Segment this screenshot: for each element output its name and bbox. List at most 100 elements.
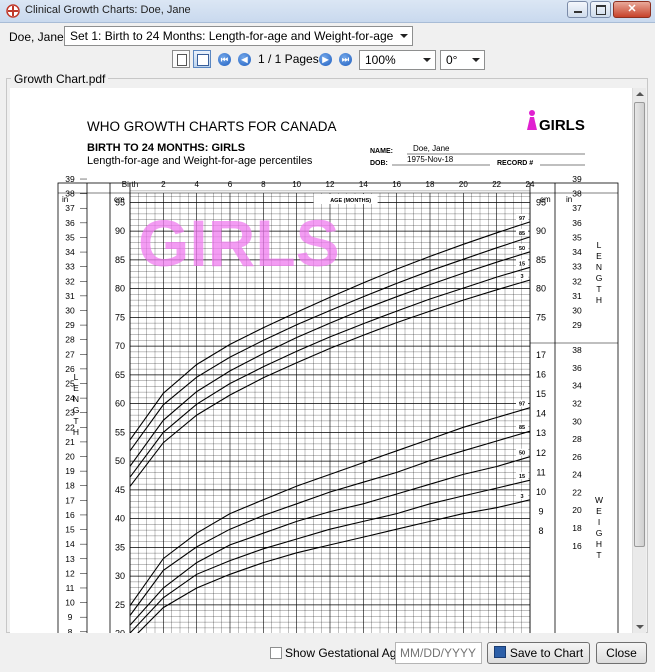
- in-tick-label: 21: [65, 437, 75, 447]
- girls-watermark: GIRLS: [138, 206, 340, 280]
- save-icon: [493, 646, 506, 658]
- maximize-button[interactable]: [590, 1, 611, 18]
- length-percentile-label: 15: [519, 261, 525, 267]
- weight-side-letter: T: [596, 550, 601, 560]
- kg-tick-label: 12: [536, 448, 546, 458]
- window-title: Clinical Growth Charts: Doe, Jane: [25, 4, 191, 16]
- cm-tick-label: 60: [115, 399, 125, 409]
- pdf-viewer[interactable]: WHO GROWTH CHARTS FOR CANADA GIRLS BIRTH…: [10, 88, 632, 633]
- in-tick-label: 11: [66, 583, 75, 593]
- minimize-icon: [574, 11, 582, 13]
- cm-tick-label: 50: [115, 456, 125, 466]
- chart-set-select[interactable]: Set 1: Birth to 24 Months: Length-for-ag…: [64, 26, 413, 46]
- chevron-down-icon: [400, 34, 408, 38]
- weight-percentile-label: 15: [519, 474, 525, 480]
- in-tick-label: 20: [65, 452, 75, 462]
- cm-tick-label: 35: [115, 542, 125, 552]
- cm-tick-label: 75: [115, 312, 125, 322]
- lb-tick-label: 24: [572, 470, 582, 480]
- length-side-letter: T: [73, 416, 78, 426]
- dob-value: 1975-Nov-18: [407, 155, 454, 164]
- length-side-letter: H: [73, 427, 79, 437]
- right-cm-tick-label: 75: [536, 312, 546, 322]
- length-side-letter-right: H: [596, 295, 602, 305]
- kg-tick-label: 10: [536, 487, 546, 497]
- growth-chart: WHO GROWTH CHARTS FOR CANADA GIRLS BIRTH…: [57, 110, 619, 633]
- close-button[interactable]: Close: [596, 642, 647, 664]
- x-tick-label: 8: [261, 180, 266, 189]
- x-tick-label: 18: [426, 180, 435, 189]
- minimize-button[interactable]: [567, 1, 588, 18]
- in-tick-label: 14: [65, 539, 75, 549]
- chevron-down-icon: [472, 58, 480, 62]
- in-tick-label: 9: [68, 612, 73, 622]
- in-tick-label: 19: [65, 466, 75, 476]
- patient-name: Doe, Jane: [9, 30, 64, 44]
- weight-side-letter: W: [595, 495, 603, 505]
- in-tick-label: 29: [65, 320, 75, 330]
- show-gestational-age-checkbox[interactable]: [270, 647, 282, 659]
- fit-page-icon: [197, 54, 209, 66]
- in-tick-label: 15: [65, 525, 75, 535]
- single-page-view-button[interactable]: [172, 50, 190, 68]
- right-in-tick-label: 29: [572, 320, 582, 330]
- first-page-button[interactable]: ⏮: [218, 53, 231, 66]
- chevron-down-icon: [423, 58, 431, 62]
- cm-tick-label: 25: [115, 600, 125, 610]
- title-bar: Clinical Growth Charts: Doe, Jane ✕: [0, 0, 655, 23]
- length-side-letter-right: E: [596, 251, 602, 261]
- fit-page-view-button[interactable]: [193, 50, 211, 68]
- next-page-button[interactable]: ▶: [319, 53, 332, 66]
- kg-tick-label: 17: [536, 350, 546, 360]
- rotation-select[interactable]: 0°: [440, 50, 485, 70]
- chart-set-value: Set 1: Birth to 24 Months: Length-for-ag…: [70, 29, 394, 43]
- document-filename: Growth Chart.pdf: [11, 72, 109, 86]
- weight-percentile-label: 97: [519, 402, 525, 408]
- length-side-letter: E: [73, 383, 79, 393]
- right-cm-tick-label: 80: [536, 284, 546, 294]
- weight-side-letter: H: [596, 539, 602, 549]
- right-in-tick-label: 32: [572, 276, 582, 286]
- vertical-scrollbar[interactable]: [632, 88, 646, 633]
- in-tick-label: 27: [65, 349, 75, 359]
- in-tick-label: 32: [65, 276, 75, 286]
- scroll-down-icon[interactable]: [636, 625, 644, 629]
- scroll-thumb[interactable]: [634, 102, 645, 547]
- x-tick-label: 12: [326, 180, 335, 189]
- length-side-letter: L: [74, 372, 79, 382]
- kg-tick-label: 15: [536, 389, 546, 399]
- length-percentile-label: 3: [520, 274, 523, 280]
- previous-page-button[interactable]: ◀: [238, 53, 251, 66]
- in-tick-label: 18: [65, 481, 75, 491]
- kg-tick-label: 13: [536, 428, 546, 438]
- cm-tick-label: 40: [115, 514, 125, 524]
- doc-subtitle2: Length-for-age and Weight-for-age percen…: [87, 155, 313, 167]
- close-button-label: Close: [606, 646, 637, 660]
- page-icon: [177, 54, 187, 66]
- x-tick-label: 24: [526, 180, 535, 189]
- length-side-letter: N: [73, 394, 79, 404]
- close-window-button[interactable]: ✕: [613, 1, 651, 18]
- in-tick-label: 13: [65, 554, 75, 564]
- last-page-button[interactable]: ⏭: [339, 53, 352, 66]
- record-label: RECORD #: [497, 160, 533, 167]
- zoom-select[interactable]: 100%: [359, 50, 436, 70]
- in-tick-label: 30: [65, 305, 75, 315]
- gestational-date-input[interactable]: [395, 642, 482, 664]
- kg-tick-label: 14: [536, 409, 546, 419]
- save-to-chart-button[interactable]: Save to Chart: [487, 642, 590, 664]
- x-tick-label: 4: [194, 180, 199, 189]
- save-to-chart-label: Save to Chart: [509, 646, 584, 660]
- lb-tick-label: 18: [572, 523, 582, 533]
- cm-tick-label: 45: [115, 485, 125, 495]
- age-axis-title: AGE (MONTHS): [330, 198, 371, 204]
- cm-tick-label: 55: [115, 427, 125, 437]
- x-tick-label: 22: [492, 180, 501, 189]
- cm-tick-label: 70: [115, 341, 125, 351]
- name-value: Doe, Jane: [413, 144, 450, 153]
- weight-percentile-label: 85: [519, 425, 525, 431]
- right-cm-tick-label: 90: [536, 226, 546, 236]
- right-in-tick-label: 35: [572, 232, 582, 242]
- scroll-up-icon[interactable]: [636, 92, 644, 96]
- cm-tick-label: 90: [115, 226, 125, 236]
